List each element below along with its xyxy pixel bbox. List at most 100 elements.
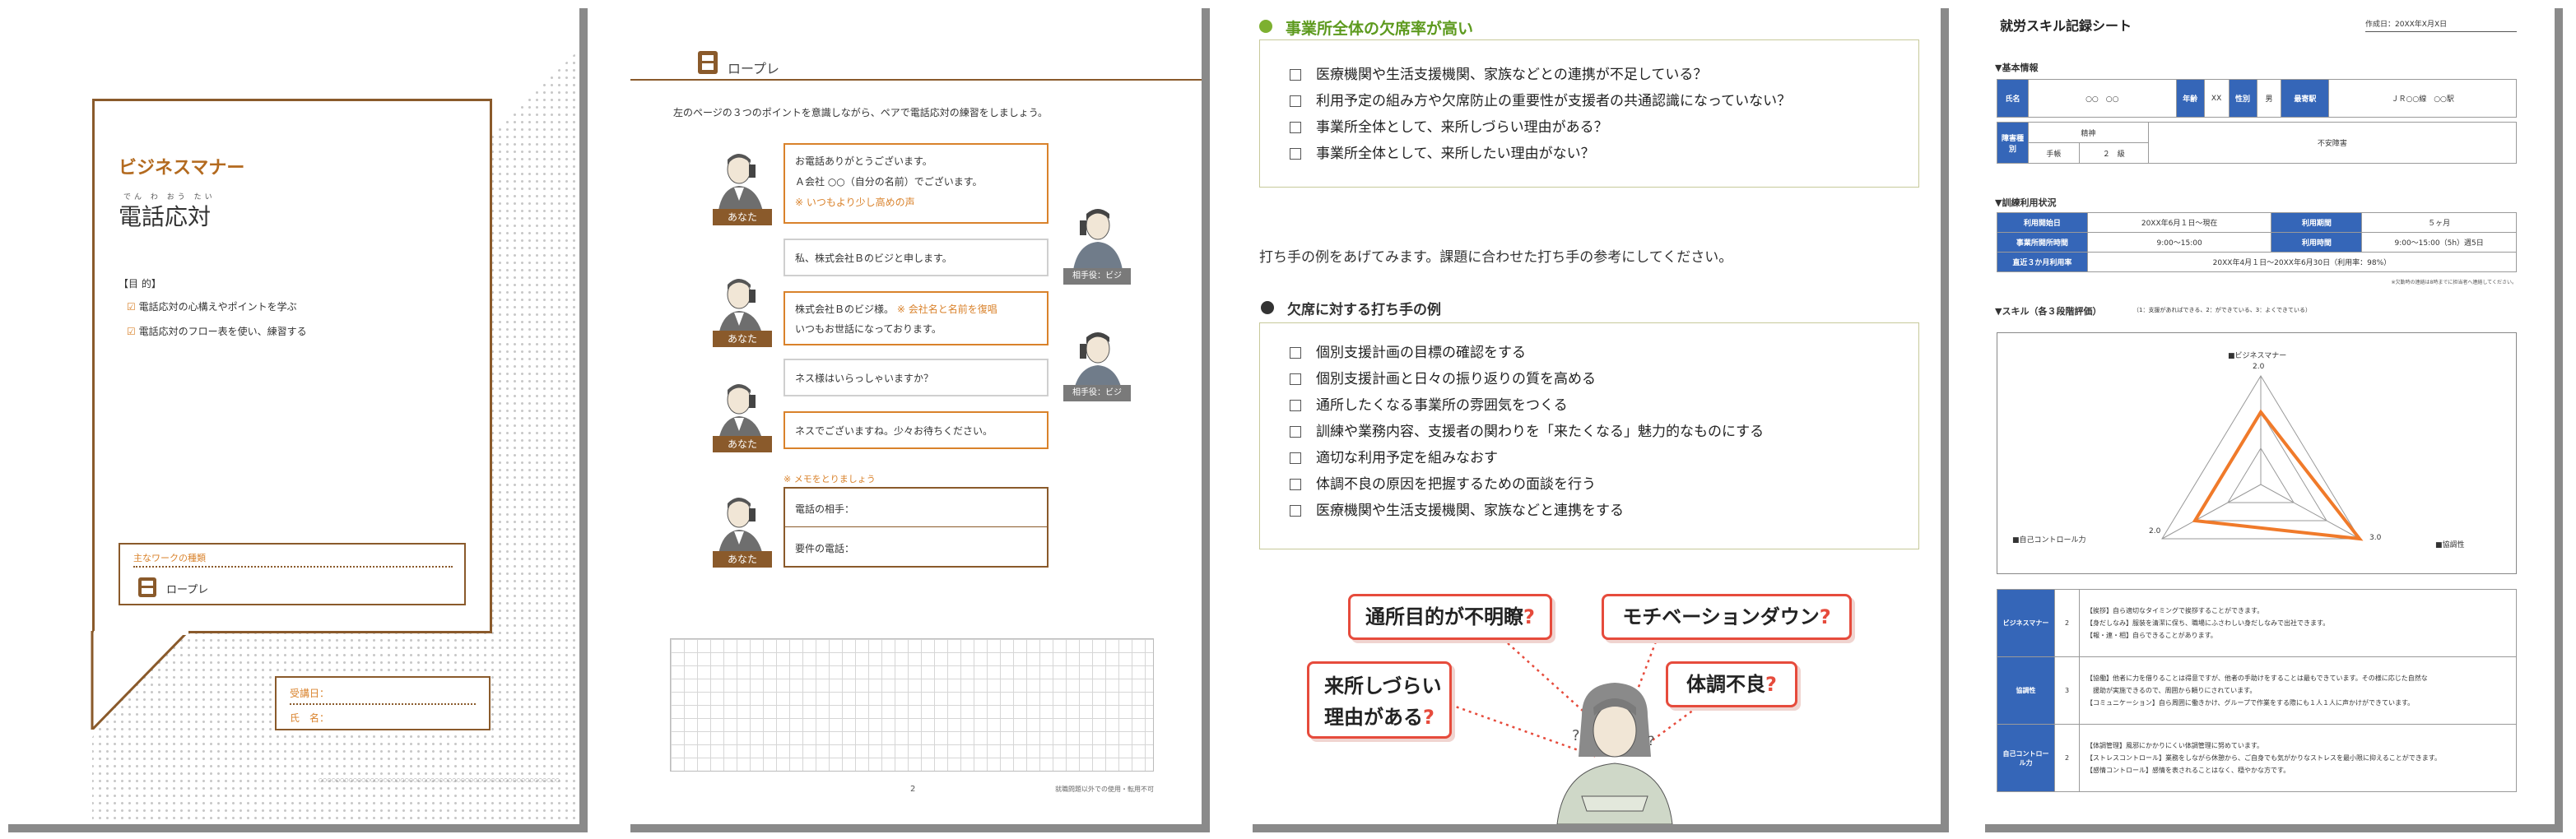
training-table: 利用開始日 20XX年6月１日～現在 利用期間 ５ヶ月 事業所開所時間 9:00… — [1997, 212, 2518, 272]
cell-header: 直近３か月利用率 — [1997, 252, 2088, 272]
check-item[interactable]: 医療機関や生活支援機関、家族などとの連携が不足している？ — [1290, 62, 1791, 88]
cell-value: 不安障害 — [2147, 122, 2518, 164]
line-text: 株式会社Ｂのビジ様。 — [795, 304, 895, 315]
radar-axis-value: 3.0 — [2369, 534, 2382, 542]
cell-header: 氏名 — [1997, 79, 2029, 118]
skill-table: ビジネスマナー 2 【挨拶】自ら適切なタイミングで挨拶することができます。 【身だ… — [1997, 589, 2517, 792]
memo-label: ※ メモをとりましょう — [783, 474, 876, 484]
skill-detail: 【協働】他者に力を借りることは得意ですが、他者の手助けをすることは最もできていま… — [2079, 656, 2517, 725]
name-label[interactable]: 氏 名： — [290, 711, 329, 725]
checkbox[interactable] — [1290, 347, 1301, 359]
check-item[interactable]: 体調不良の原因を把握するための面談を行う — [1290, 471, 1764, 498]
section-title: 事業所全体の欠席率が高い — [1286, 20, 1474, 38]
checkbox[interactable] — [1290, 122, 1301, 133]
you-tag: あなた — [713, 551, 772, 568]
worried-woman: ? ? — [1556, 683, 1673, 824]
work-item: ロープレ — [166, 584, 209, 596]
check-icon: ☑ — [127, 326, 136, 337]
page-number: 2 — [910, 785, 916, 794]
cell-value: 手帳 — [2027, 142, 2080, 164]
bubble-unclear-purpose: 通所目的が不明瞭? — [1348, 594, 1552, 640]
checklist-1: 医療機関や生活支援機関、家族などとの連携が不足している？ 利用予定の組み方や欠席… — [1290, 62, 1791, 167]
checkbox[interactable] — [1290, 373, 1301, 385]
checkbox[interactable] — [1290, 95, 1301, 107]
footer-right: 就職問題以外での使用・転用不可 — [1055, 786, 1154, 793]
line-text: ネス様はいらっしゃいますか？ — [795, 373, 934, 384]
cover-subtitle: ビジネスマナー — [119, 158, 245, 178]
check-item[interactable]: 個別支援計画と日々の振り返りの質を高める — [1290, 366, 1764, 392]
checkbox[interactable] — [1290, 505, 1301, 517]
checkbox[interactable] — [1290, 148, 1301, 160]
section-header: ロープレ — [728, 61, 780, 76]
check-item[interactable]: 利用予定の組み方や欠席防止の重要性が支援者の共通認識になっていない？ — [1290, 88, 1791, 114]
radar-label-cooperation: ■協調性 — [2435, 541, 2465, 549]
checkbox[interactable] — [1290, 69, 1301, 81]
check-item[interactable]: 通所したくなる事業所の雰囲気をつくる — [1290, 392, 1764, 419]
person-avatar-other — [1073, 209, 1123, 270]
radar-label-selfcontrol: ■自己コントロール力 — [2012, 536, 2086, 545]
page-absence: 事業所全体の欠席率が高い 医療機関や生活支援機関、家族などとの連携が不足している… — [1244, 0, 1941, 824]
checkbox[interactable] — [1290, 479, 1301, 490]
check-item[interactable]: 訓練や業務内容、支援者の関わりを「来たくなる」魅力的なものにする — [1290, 419, 1764, 445]
cell-value: 9:00～15:00 — [2086, 232, 2272, 253]
check-item[interactable]: 適切な利用予定を組みなおす — [1290, 445, 1764, 471]
line-note: ※ いつもより少し高めの声 — [795, 197, 915, 208]
memo-field-purpose[interactable]: 要件の電話： — [795, 541, 854, 555]
basic-info-table: 氏名 ○○ ○○ 年齢 XX 性別 男 最寄駅 ＪＲ○○線 ○○駅 — [1997, 79, 2517, 118]
checkbox[interactable] — [1290, 400, 1301, 411]
other-tag: 相手役：ビジ — [1063, 268, 1131, 285]
you-tag: あなた — [713, 436, 772, 452]
bubble-hard-to-come: 来所しづらい 理由がある? — [1307, 661, 1452, 739]
page-cover: ビジネスマナー でん わ おう たい 電話応対 【目 的】 ☑ 電話応対の心構え… — [0, 0, 579, 824]
radar-label-manner: ■ビジネスマナー — [2228, 352, 2287, 360]
dialog-line-5: ネスでございますね。少々お待ちください。 — [783, 411, 1049, 449]
check-item[interactable]: 事業所全体として、来所したい理由がない？ — [1290, 141, 1791, 167]
cell-value: ＪＲ○○線 ○○駅 — [2328, 79, 2517, 118]
bullet-dot — [1259, 20, 1272, 33]
cell-header: 利用時間 — [2271, 232, 2363, 253]
skill-score: 2 — [2054, 589, 2080, 657]
cell-header: 年齢 — [2175, 79, 2205, 118]
header-rule — [630, 79, 1202, 81]
card-tail — [91, 631, 191, 730]
sheet-title: 就労スキル記録シート — [2000, 18, 2132, 34]
intro-text: 打ち手の例をあげてみます。課題に合わせた打ち手の参考にしてください。 — [1259, 249, 1733, 266]
memo-field-caller[interactable]: 電話の相手： — [795, 502, 854, 516]
you-tag: あなた — [713, 331, 772, 347]
skill-score: 3 — [2054, 656, 2080, 725]
training-title: ▼訓練利用状況 — [1995, 197, 2057, 208]
work-type-box: 主なワークの種類 ロープレ — [119, 543, 466, 605]
disability-table: 障害種別 精神 不安障害 手帳 ２ 級 — [1997, 122, 2518, 164]
instruction: 左のページの３つのポイントを意識しながら、ペアで電話応対の練習をしましょう。 — [673, 107, 1049, 118]
line-note: ※ 会社名と名前を復唱 — [896, 304, 997, 315]
radar-chart-box: ■ビジネスマナー 2.0 ■協調性 3.0 ■自己コントロール力 2.0 — [1997, 332, 2517, 574]
work-label: 主なワークの種類 — [133, 553, 206, 563]
skill-name: ビジネスマナー — [1997, 589, 2055, 657]
radar-axis-value: 2.0 — [2149, 527, 2161, 535]
skill-title: ▼スキル（各３段階評価） — [1995, 306, 2102, 317]
line-text: いつもお世話になっております。 — [795, 323, 942, 335]
skill-name: 自己コントロール力 — [1997, 724, 2055, 792]
purpose-label: 【目 的】 — [119, 278, 161, 290]
memo-grid[interactable] — [670, 638, 1154, 772]
checkbox[interactable] — [1290, 426, 1301, 438]
check-item[interactable]: 個別支援計画の目標の確認をする — [1290, 340, 1764, 366]
attendance-box: 受講日： 氏 名： — [275, 676, 491, 730]
svg-text:?: ? — [1648, 733, 1655, 749]
checklist-box-2: 個別支援計画の目標の確認をする 個別支援計画と日々の振り返りの質を高める 通所し… — [1259, 322, 1919, 549]
date-label[interactable]: 受講日： — [290, 686, 329, 700]
check-item[interactable]: 医療機関や生活支援機関、家族などと連携をする — [1290, 498, 1764, 524]
cell-value: XX — [2203, 79, 2230, 118]
check-item[interactable]: 事業所全体として、来所しづらい理由がある？ — [1290, 114, 1791, 141]
checklist-2: 個別支援計画の目標の確認をする 個別支援計画と日々の振り返りの質を高める 通所し… — [1290, 340, 1764, 524]
small-note: ※欠勤時の連絡は8時までに担当者へ連絡してください。 — [2391, 280, 2518, 285]
cover-footer: ○○○○○○○○○○○○○○○○○○○○○○○○○○○○○○○○○○○○○○○○… — [318, 777, 560, 783]
skill-detail: 【体調管理】風邪にかかりにくい体調管理に努めています。 【ストレスコントロール】業… — [2079, 724, 2517, 792]
divider — [2365, 31, 2517, 32]
other-tag: 相手役：ビジ — [1063, 385, 1131, 401]
check-icon: ☑ — [127, 301, 136, 313]
line-text: 私、株式会社Ｂのビジと申します。 — [795, 253, 952, 264]
cell-value: 20XX年6月１日～現在 — [2086, 212, 2272, 233]
divider — [133, 566, 453, 568]
checkbox[interactable] — [1290, 452, 1301, 464]
